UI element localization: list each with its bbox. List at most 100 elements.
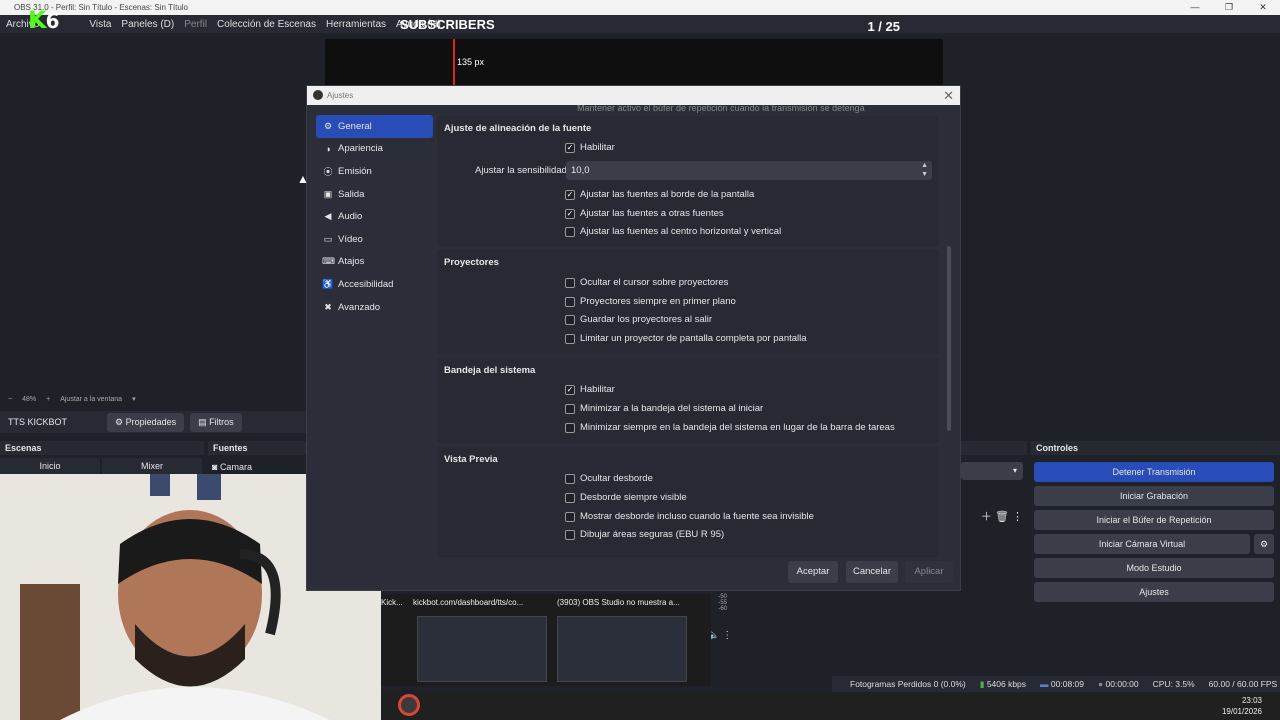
studio-mode-button[interactable]: Modo Estudio <box>1034 558 1274 578</box>
apply-button[interactable]: Aplicar <box>905 561 953 583</box>
nav-salida[interactable]: ▣ Salida <box>316 183 433 206</box>
filters-button[interactable]: ▤ Filtros <box>190 412 242 432</box>
close-window-button[interactable]: ✕ <box>1246 0 1280 15</box>
properties-button[interactable]: ⚙ Propiedades <box>107 412 185 432</box>
minimize-start-checkbox[interactable]: Minimizar a la bandeja del sistema al in… <box>565 403 763 414</box>
zoom-value: 48% <box>22 395 37 403</box>
taskbar-preview: Kick... kickbot.com/dashboard/tts/co... … <box>381 594 711 686</box>
transitions-dock-header <box>961 441 1027 455</box>
scene-item[interactable]: Inicio <box>0 458 100 474</box>
checkbox-empty-icon <box>565 333 575 344</box>
menu-vista[interactable]: Vista <box>89 19 111 30</box>
chrome-icon[interactable] <box>398 694 420 716</box>
keyboard-icon: ⌨ <box>322 256 335 267</box>
menu-paneles[interactable]: Paneles (D) <box>121 19 174 30</box>
subscribers-label: SUBSCRIBERS <box>400 17 495 32</box>
checkbox-empty-icon <box>565 511 575 522</box>
nav-emision[interactable]: ⦿ Emisión <box>316 160 433 183</box>
tab-kickbot[interactable]: kickbot.com/dashboard/tts/co... <box>413 598 523 607</box>
nav-atajos[interactable]: ⌨ Atajos <box>316 251 433 274</box>
selected-source-name: TTS KICKBOT <box>8 417 68 427</box>
settings-button[interactable]: Ajustes <box>1034 582 1274 602</box>
limit-projector-checkbox[interactable]: Limitar un proyector de pantalla complet… <box>565 333 807 344</box>
nav-accesibilidad[interactable]: ♿ Accesibilidad <box>316 273 433 296</box>
subscriber-goal: SUBSCRIBERS 1 / 25 <box>400 17 900 39</box>
checkbox-empty-icon <box>565 403 575 414</box>
projectors-group: Proyectores Ocultar el cursor sobre proy… <box>437 250 939 354</box>
cancel-button[interactable]: Cancelar <box>846 561 898 583</box>
chevron-down-icon[interactable]: ▾ <box>132 395 136 403</box>
snapping-enable-checkbox[interactable]: ✓ Habilitar <box>565 142 615 153</box>
taskbar-clock[interactable]: 23:03 19/01/2026 <box>1222 695 1262 717</box>
sensitivity-label: Ajustar la sensibilidad <box>475 165 567 176</box>
subscriber-count: 1 / 25 <box>867 19 900 34</box>
tab-thumbnail[interactable] <box>417 616 547 682</box>
maximize-button[interactable]: ❐ <box>1212 0 1246 15</box>
preview-canvas[interactable]: 135 px <box>325 39 943 89</box>
replay-buffer-option[interactable]: Mantener activo el búfer de repetición c… <box>577 105 865 113</box>
fps: 60.00 / 60.00 FPS <box>1208 679 1278 689</box>
status-bar: Fotogramas Perdidos 0 (0.0%) ▮ 5406 kbps… <box>832 676 1280 692</box>
sensitivity-input[interactable]: 10,0 ▲ ▼ <box>566 161 932 180</box>
nav-general[interactable]: ⚙ General <box>316 115 433 138</box>
window-titlebar: OBS 31.0 - Perfil: Sin Título - Escenas:… <box>0 0 1280 15</box>
check-icon: ✓ <box>565 208 575 219</box>
nav-avanzado[interactable]: ✖ Avanzado <box>316 296 433 319</box>
source-item-camara[interactable]: ◙ Camara <box>212 462 306 474</box>
tray-enable-checkbox[interactable]: ✓ Habilitar <box>565 384 615 395</box>
stop-streaming-button[interactable]: Detener Transmisión <box>1034 462 1274 482</box>
menu-escenas[interactable]: Colección de Escenas <box>217 19 316 30</box>
scene-item[interactable]: Mixer <box>102 458 202 474</box>
monitor-icon: ▭ <box>323 233 333 244</box>
overflow-visible-checkbox[interactable]: Desborde siempre visible <box>565 492 687 503</box>
accept-button[interactable]: Aceptar <box>788 561 838 583</box>
overflow-invisible-checkbox[interactable]: Mostrar desborde incluso cuando la fuent… <box>565 511 814 522</box>
obs-icon <box>313 90 323 100</box>
sources-dock-header: Fuentes <box>208 441 306 455</box>
start-recording-button[interactable]: Iniciar Grabación <box>1034 486 1274 506</box>
minimize-always-checkbox[interactable]: Minimizar siempre en la bandeja del sist… <box>565 422 895 433</box>
gear-icon[interactable]: ⚙ <box>1254 534 1274 554</box>
menu-perfil[interactable]: Perfil <box>184 19 207 30</box>
always-on-top-checkbox[interactable]: Proyectores siempre en primer plano <box>565 296 736 307</box>
k6-logo: K6 <box>28 6 60 34</box>
tab-youtube[interactable]: (3903) OBS Studio no muestra a... <box>557 598 680 607</box>
nav-apariencia[interactable]: ◑ Apariencia <box>316 138 433 161</box>
snap-other-checkbox[interactable]: ✓ Ajustar las fuentes a otras fuentes <box>565 208 724 219</box>
close-icon[interactable]: ✕ <box>943 86 954 105</box>
settings-scrollbar[interactable] <box>947 246 951 431</box>
start-replay-buffer-button[interactable]: Iniciar el Búfer de Repetición <box>1034 510 1274 530</box>
accessibility-icon: ♿ <box>322 278 334 289</box>
safe-areas-checkbox[interactable]: Dibujar áreas seguras (EBU R 95) <box>565 529 724 540</box>
spinner-icon[interactable]: ▲ ▼ <box>921 161 928 179</box>
nav-audio[interactable]: ◀ Audio <box>316 205 433 228</box>
save-projectors-checkbox[interactable]: Guardar los proyectores al salir <box>565 314 712 325</box>
tab-thumbnail[interactable] <box>557 616 687 682</box>
broadcast-icon: ⦿ <box>323 166 333 177</box>
minimize-button[interactable]: — <box>1178 0 1212 15</box>
transition-select[interactable]: ▾ <box>961 462 1023 480</box>
dialog-title: Ajustes <box>327 91 354 100</box>
palette-icon: ◑ <box>325 143 331 154</box>
start-virtual-camera-button[interactable]: Iniciar Cámara Virtual <box>1034 534 1250 554</box>
transition-actions[interactable]: ＋ 🗑 ⋮ <box>961 508 1023 526</box>
scenes-list: Inicio Mixer <box>0 458 204 474</box>
menu-herramientas[interactable]: Herramientas <box>326 19 386 30</box>
output-icon: ▣ <box>323 188 333 199</box>
speaker-icon: ◀ <box>324 211 332 222</box>
hide-cursor-checkbox[interactable]: Ocultar el cursor sobre proyectores <box>565 277 728 288</box>
fit-window-select[interactable]: Ajustar a la ventana <box>60 396 122 403</box>
guide-distance: 135 px <box>457 57 485 67</box>
system-tray-group: Bandeja del sistema ✓ Habilitar Minimizar… <box>437 358 939 443</box>
tab-kick[interactable]: Kick... <box>381 598 403 607</box>
snap-center-checkbox[interactable]: Ajustar las fuentes al centro horizontal… <box>565 226 781 237</box>
hide-overflow-checkbox[interactable]: Ocultar desborde <box>565 473 653 484</box>
tray-title: Bandeja del sistema <box>444 365 536 376</box>
mouse-cursor-icon: ▲ <box>297 172 309 186</box>
nav-video[interactable]: ▭ Vídeo <box>316 228 433 251</box>
controls-dock-header: Controles <box>1031 441 1280 455</box>
settings-dialog: Ajustes ✕ ⚙ General ◑ Apariencia ⦿ Emisión … <box>306 85 961 591</box>
zoom-in-button[interactable]: + <box>46 396 50 403</box>
zoom-out-button[interactable]: − <box>8 396 12 403</box>
snap-edge-checkbox[interactable]: ✓ Ajustar las fuentes al borde de la pant… <box>565 189 754 200</box>
